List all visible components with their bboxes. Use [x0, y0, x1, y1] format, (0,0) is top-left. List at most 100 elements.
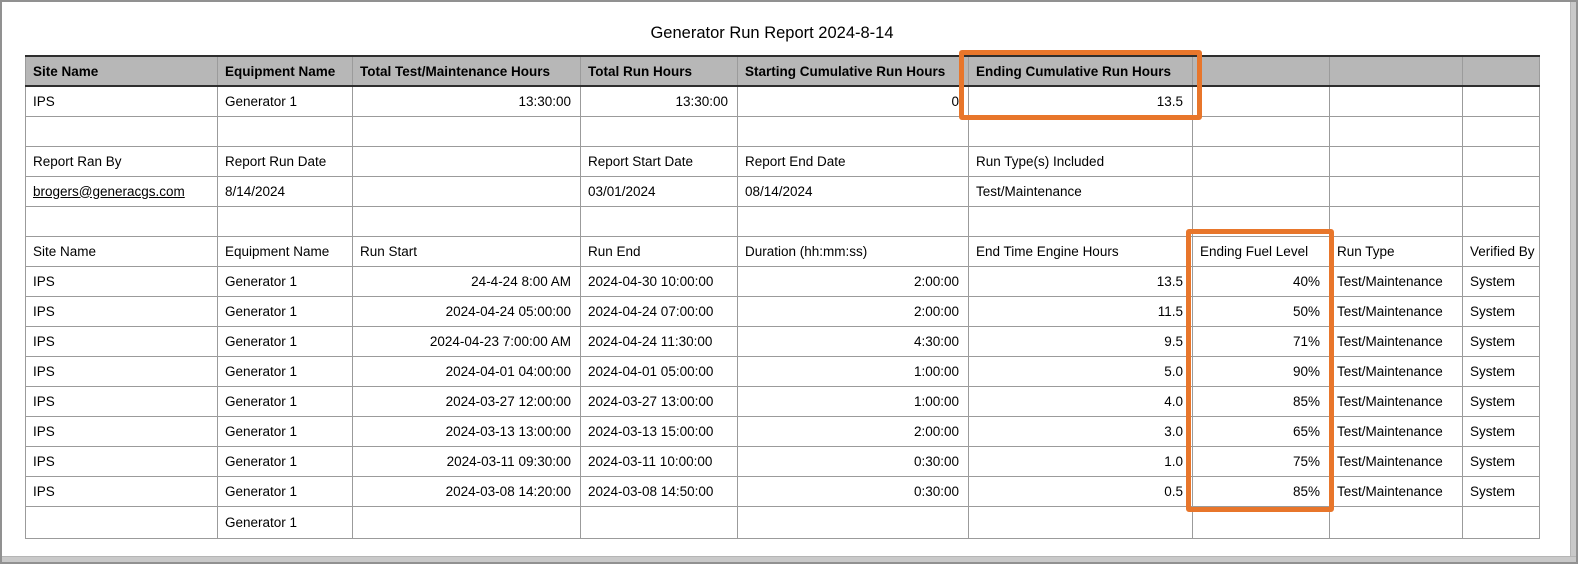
runs-header-row: Site Name Equipment Name Run Start Run E… [26, 236, 1540, 266]
cell-run-end: 2024-03-08 14:50:00 [581, 476, 738, 506]
cell-run-start: 2024-03-08 14:20:00 [353, 476, 581, 506]
empty-cell [969, 506, 1193, 538]
empty-cell [738, 206, 969, 236]
cell-site: IPS [26, 446, 218, 476]
cell-engine-hours: 4.0 [969, 386, 1193, 416]
cell-run-start: 24-4-24 8:00 AM [353, 266, 581, 296]
cell-equipment: Generator 1 [218, 86, 353, 116]
cell-fuel-level: 85% [1193, 476, 1330, 506]
cell-fuel-level: 75% [1193, 446, 1330, 476]
run-data-row: IPS Generator 1 2024-04-01 04:00:00 2024… [26, 356, 1540, 386]
cell-engine-hours: 13.5 [969, 266, 1193, 296]
cell-equipment: Generator 1 [218, 476, 353, 506]
label-report-ran-by: Report Ran By [26, 146, 218, 176]
empty-cell [218, 116, 353, 146]
cell-equipment: Generator 1 [218, 416, 353, 446]
empty-cell [1330, 206, 1463, 236]
summary-col-total-run-hours: Total Run Hours [581, 56, 738, 86]
empty-cell [26, 206, 218, 236]
cell-run-start: 2024-03-11 09:30:00 [353, 446, 581, 476]
cell-ending-cumulative-run-hours: 13.5 [969, 86, 1193, 116]
runs-col-end-time-engine-hours: End Time Engine Hours [969, 236, 1193, 266]
runs-col-run-end: Run End [581, 236, 738, 266]
cell-run-end: 2024-03-27 13:00:00 [581, 386, 738, 416]
value-report-ran-by-email: brogers@generacgs.com [26, 176, 218, 206]
cell-engine-hours: 3.0 [969, 416, 1193, 446]
cell-fuel-level: 65% [1193, 416, 1330, 446]
label-run-types-included: Run Type(s) Included [969, 146, 1193, 176]
cell-equipment: Generator 1 [218, 356, 353, 386]
cell-run-start: 2024-03-27 12:00:00 [353, 386, 581, 416]
empty-cell [1193, 176, 1330, 206]
summary-col-ending-cumulative-run-hours: Ending Cumulative Run Hours [969, 56, 1193, 86]
cell-engine-hours: 1.0 [969, 446, 1193, 476]
empty-cell [1463, 146, 1540, 176]
runs-footer-row: Generator 1 [26, 506, 1540, 538]
empty-cell [1463, 176, 1540, 206]
label-report-start-date: Report Start Date [581, 146, 738, 176]
summary-col-equipment-name: Equipment Name [218, 56, 353, 86]
runs-col-run-type: Run Type [1330, 236, 1463, 266]
summary-data-row: IPS Generator 1 13:30:00 13:30:00 0 13.5 [26, 86, 1540, 116]
empty-cell [1330, 116, 1463, 146]
cell-site: IPS [26, 386, 218, 416]
cell-engine-hours: 11.5 [969, 296, 1193, 326]
cell-verified-by: System [1463, 386, 1540, 416]
cell-duration: 2:00:00 [738, 416, 969, 446]
cell-verified-by: System [1463, 416, 1540, 446]
cell-duration: 4:30:00 [738, 326, 969, 356]
runs-col-verified-by: Verified By [1463, 236, 1540, 266]
cell-site: IPS [26, 476, 218, 506]
cell-site: IPS [26, 356, 218, 386]
empty-cell [581, 206, 738, 236]
cell-equipment: Generator 1 [218, 506, 353, 538]
empty-cell [218, 206, 353, 236]
run-data-row: IPS Generator 1 2024-03-11 09:30:00 2024… [26, 446, 1540, 476]
value-report-end-date: 08/14/2024 [738, 176, 969, 206]
label-report-end-date: Report End Date [738, 146, 969, 176]
cell-run-type: Test/Maintenance [1330, 386, 1463, 416]
report-info-label-row: Report Ran By Report Run Date Report Sta… [26, 146, 1540, 176]
empty-cell [581, 506, 738, 538]
run-data-row: IPS Generator 1 2024-03-08 14:20:00 2024… [26, 476, 1540, 506]
cell-run-type: Test/Maintenance [1330, 446, 1463, 476]
cell-run-start: 2024-04-23 7:00:00 AM [353, 326, 581, 356]
cell-duration: 0:30:00 [738, 476, 969, 506]
empty-cell [1330, 86, 1463, 116]
run-data-row: IPS Generator 1 2024-04-23 7:00:00 AM 20… [26, 326, 1540, 356]
cell-total-test-maintenance-hours: 13:30:00 [353, 86, 581, 116]
cell-fuel-level: 71% [1193, 326, 1330, 356]
report-page: Generator Run Report 2024-8-14 Site Name… [0, 0, 1578, 564]
empty-header-cell [1463, 56, 1540, 86]
empty-cell [1463, 206, 1540, 236]
empty-cell [1193, 506, 1330, 538]
summary-col-starting-cumulative-run-hours: Starting Cumulative Run Hours [738, 56, 969, 86]
runs-col-equipment-name: Equipment Name [218, 236, 353, 266]
run-data-row: IPS Generator 1 2024-03-27 12:00:00 2024… [26, 386, 1540, 416]
runs-col-duration: Duration (hh:mm:ss) [738, 236, 969, 266]
empty-cell [353, 506, 581, 538]
empty-cell [1193, 116, 1330, 146]
cell-engine-hours: 0.5 [969, 476, 1193, 506]
cell-fuel-level: 50% [1193, 296, 1330, 326]
report-title: Generator Run Report 2024-8-14 [2, 24, 1542, 43]
cell-equipment: Generator 1 [218, 296, 353, 326]
cell-site: IPS [26, 296, 218, 326]
cell-run-end: 2024-04-01 05:00:00 [581, 356, 738, 386]
report-grid: Site Name Equipment Name Total Test/Main… [25, 55, 1540, 539]
spacer-row [26, 116, 1540, 146]
value-report-run-date: 8/14/2024 [218, 176, 353, 206]
cell-equipment: Generator 1 [218, 326, 353, 356]
cell-site: IPS [26, 416, 218, 446]
cell-fuel-level: 90% [1193, 356, 1330, 386]
cell-run-end: 2024-03-11 10:00:00 [581, 446, 738, 476]
cell-fuel-level: 40% [1193, 266, 1330, 296]
runs-col-site-name: Site Name [26, 236, 218, 266]
empty-cell [1330, 176, 1463, 206]
label-report-run-date: Report Run Date [218, 146, 353, 176]
empty-cell [1193, 206, 1330, 236]
cell-run-end: 2024-03-13 15:00:00 [581, 416, 738, 446]
cell-run-type: Test/Maintenance [1330, 356, 1463, 386]
runs-col-run-start: Run Start [353, 236, 581, 266]
cell-site: IPS [26, 326, 218, 356]
